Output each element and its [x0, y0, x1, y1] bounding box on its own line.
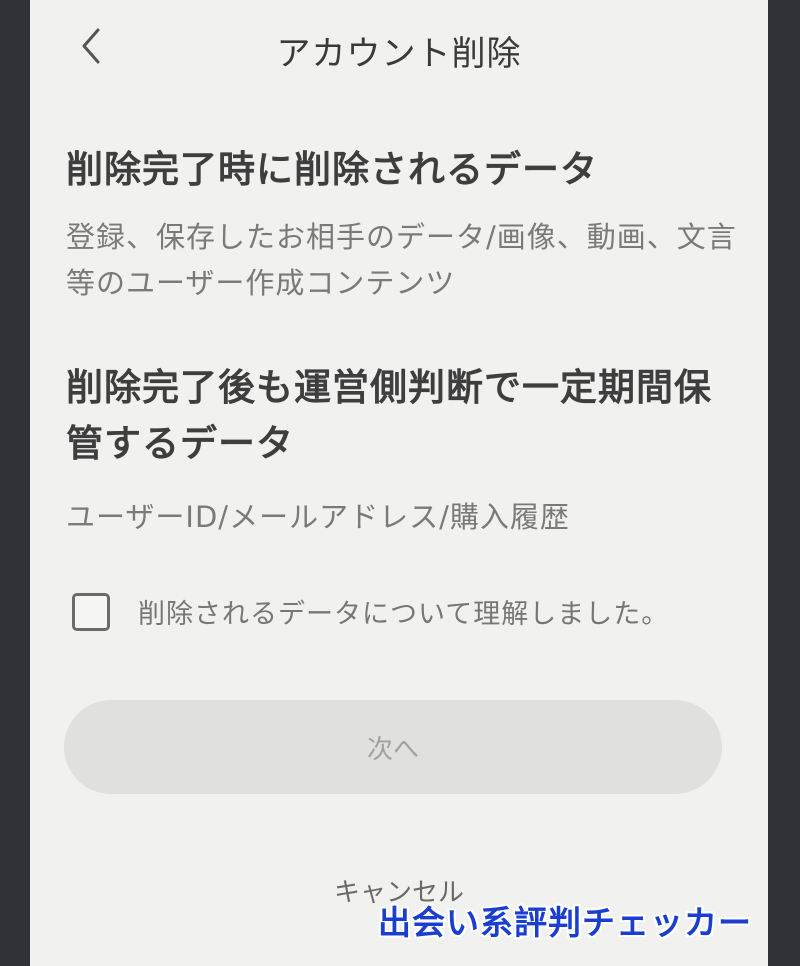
retained-data-description: ユーザーID/メールアドレス/購入履歴: [66, 500, 570, 534]
confirm-checkbox[interactable]: [72, 592, 110, 631]
retained-data-heading: 削除完了後も運営側判断で一定期間保管するデータ: [66, 366, 712, 465]
confirm-checkbox-row[interactable]: 削除されるデータについて理解しました。: [72, 592, 669, 631]
account-deletion-screen: アカウント削除 削除完了時に削除されるデータ 登録、保存したお相手のデータ/画像…: [30, 0, 768, 966]
header-bar: アカウント削除: [30, 0, 768, 96]
deleted-data-description: 登録、保存したお相手のデータ/画像、動画、文言等のユーザー作成コンテンツ: [66, 220, 737, 300]
deleted-data-heading: 削除完了時に削除されるデータ: [66, 148, 598, 191]
watermark-text: 出会い系評判チェッカー: [378, 903, 752, 942]
confirm-checkbox-label: 削除されるデータについて理解しました。: [138, 599, 670, 630]
next-button[interactable]: 次へ: [64, 700, 722, 794]
page-title: アカウント削除: [276, 34, 522, 74]
